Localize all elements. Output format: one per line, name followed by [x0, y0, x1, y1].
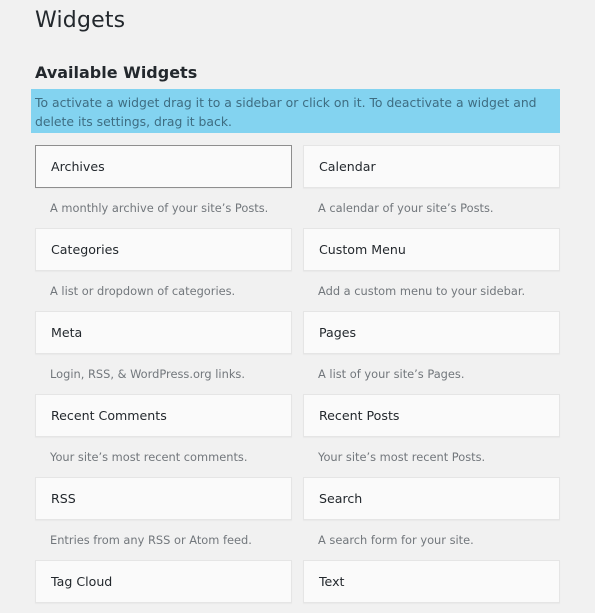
- widget-meta[interactable]: Meta: [35, 311, 292, 354]
- widget-title: Search: [319, 491, 363, 506]
- widget-recent-comments[interactable]: Recent Comments: [35, 394, 292, 437]
- widget-description: Login, RSS, & WordPress.org links.: [50, 367, 245, 381]
- widget-title: Categories: [51, 242, 119, 257]
- widget-pages[interactable]: Pages: [303, 311, 560, 354]
- widget-search[interactable]: Search: [303, 477, 560, 520]
- widget-tag-cloud[interactable]: Tag Cloud: [35, 560, 292, 603]
- widget-description: A monthly archive of your site’s Posts.: [50, 201, 269, 215]
- widget-title: RSS: [51, 491, 76, 506]
- widget-description: A calendar of your site’s Posts.: [318, 201, 494, 215]
- widget-title: Meta: [51, 325, 83, 340]
- widget-description: Your site’s most recent comments.: [50, 450, 248, 464]
- widget-description: Add a custom menu to your sidebar.: [318, 284, 526, 298]
- widget-categories[interactable]: Categories: [35, 228, 292, 271]
- widget-title: Pages: [319, 325, 357, 340]
- widget-description: Entries from any RSS or Atom feed.: [50, 533, 252, 547]
- available-widgets-heading: Available Widgets: [35, 63, 198, 82]
- widget-title: Archives: [51, 159, 105, 174]
- widget-title: Calendar: [319, 159, 376, 174]
- widget-recent-posts[interactable]: Recent Posts: [303, 394, 560, 437]
- widget-title: Recent Posts: [319, 408, 400, 423]
- widget-rss[interactable]: RSS: [35, 477, 292, 520]
- widget-description: A list of your site’s Pages.: [318, 367, 465, 381]
- widget-calendar[interactable]: Calendar: [303, 145, 560, 188]
- widget-description: A list or dropdown of categories.: [50, 284, 236, 298]
- widget-text[interactable]: Text: [303, 560, 560, 603]
- widget-title: Tag Cloud: [51, 574, 113, 589]
- widget-title: Custom Menu: [319, 242, 406, 257]
- page-title: Widgets: [35, 8, 126, 33]
- widget-custom-menu[interactable]: Custom Menu: [303, 228, 560, 271]
- widget-archives[interactable]: Archives: [35, 145, 292, 188]
- widget-title: Recent Comments: [51, 408, 167, 423]
- widget-description: A search form for your site.: [318, 533, 474, 547]
- available-widgets-description: To activate a widget drag it to a sideba…: [31, 89, 560, 133]
- widget-title: Text: [319, 574, 345, 589]
- widget-description: Your site’s most recent Posts.: [318, 450, 486, 464]
